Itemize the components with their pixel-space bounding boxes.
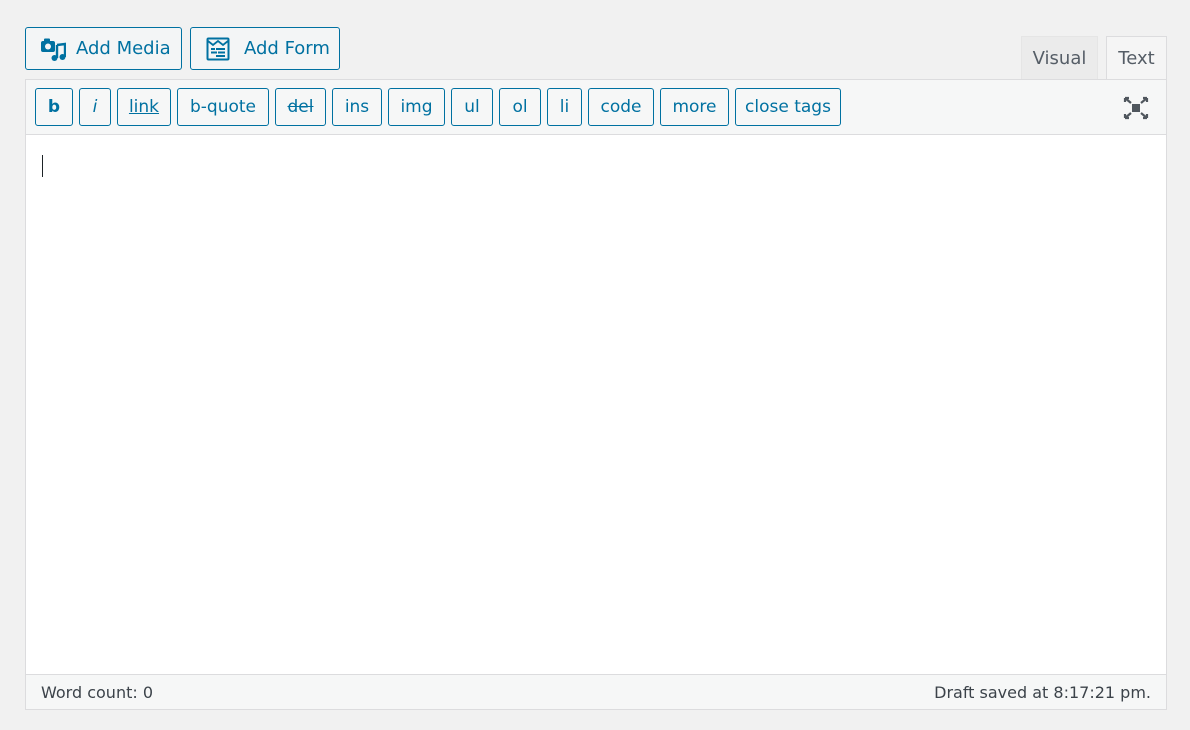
bold-button[interactable]: b — [35, 88, 73, 126]
italic-button[interactable]: i — [79, 88, 111, 126]
close-tags-button[interactable]: close tags — [735, 88, 841, 126]
add-form-label: Add Form — [244, 38, 330, 59]
img-button[interactable]: img — [388, 88, 445, 126]
media-icon — [41, 38, 66, 61]
add-media-label: Add Media — [76, 38, 171, 59]
ol-button[interactable]: ol — [499, 88, 541, 126]
tab-text[interactable]: Text — [1106, 36, 1167, 80]
quicktags-toolbar: b i link b-quote del ins img ul ol li co… — [26, 80, 1166, 135]
tab-visual[interactable]: Visual — [1021, 36, 1098, 79]
del-button[interactable]: del — [275, 88, 326, 126]
fullscreen-icon — [1123, 96, 1149, 120]
text-editor: b i link b-quote del ins img ul ol li co… — [25, 79, 1167, 710]
li-button[interactable]: li — [547, 88, 582, 126]
fullscreen-button[interactable] — [1122, 94, 1150, 122]
form-icon — [206, 37, 230, 60]
add-form-button[interactable]: Add Form — [190, 27, 340, 70]
draft-status: Draft saved at 8:17:21 pm. — [934, 682, 1151, 702]
text-caret — [42, 155, 43, 177]
more-button[interactable]: more — [660, 88, 729, 126]
editor-statusbar: Word count: 0 Draft saved at 8:17:21 pm. — [26, 674, 1166, 709]
word-count: Word count: 0 — [41, 682, 154, 702]
link-button[interactable]: link — [117, 88, 171, 126]
ul-button[interactable]: ul — [451, 88, 493, 126]
code-button[interactable]: code — [588, 88, 654, 126]
add-media-button[interactable]: Add Media — [25, 27, 182, 70]
content-textarea[interactable] — [26, 135, 1166, 675]
ins-button[interactable]: ins — [332, 88, 382, 126]
blockquote-button[interactable]: b-quote — [177, 88, 269, 126]
